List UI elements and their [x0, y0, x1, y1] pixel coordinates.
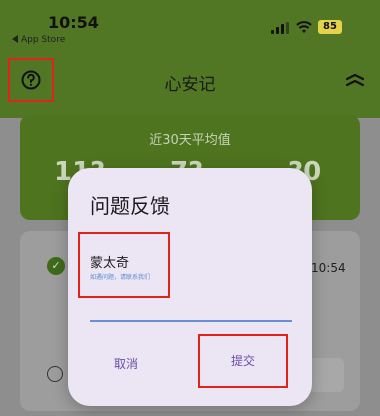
record-time: 10:54: [311, 261, 346, 275]
check-icon: ✓: [47, 257, 65, 275]
status-time: 10:54: [48, 13, 99, 32]
contact-info-box: 蒙太奇 如遇问题，请联系我们: [78, 232, 170, 298]
back-arrow-icon: [12, 35, 18, 43]
wifi-icon: [296, 21, 312, 33]
sort-chevrons-icon[interactable]: [344, 70, 366, 90]
dialog-title: 问题反馈: [90, 194, 170, 218]
cellular-signal-icon: [271, 22, 289, 34]
contact-hint: 如遇问题，请联系我们: [90, 274, 151, 281]
battery-indicator: 85: [318, 20, 342, 34]
contact-name: 蒙太奇: [90, 256, 130, 271]
cancel-button[interactable]: 取消: [96, 350, 156, 378]
submit-button[interactable]: 提交: [198, 334, 288, 388]
stats-title: 近30天平均值: [149, 133, 231, 148]
clock-icon: [47, 366, 63, 382]
feedback-input-underline[interactable]: [90, 320, 292, 322]
back-app-label: App Store: [21, 35, 66, 45]
back-to-app-link[interactable]: App Store: [12, 35, 65, 45]
app-title: 心安记: [164, 75, 216, 95]
feedback-dialog: 问题反馈 蒙太奇 如遇问题，请联系我们 取消 提交: [68, 168, 312, 406]
